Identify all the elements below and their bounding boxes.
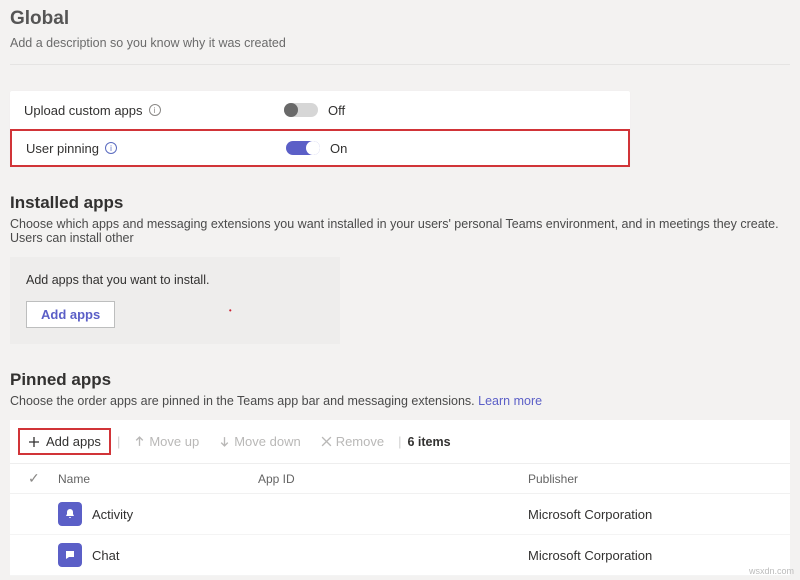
upload-toggle[interactable] bbox=[284, 103, 318, 117]
install-box-text: Add apps that you want to install. bbox=[26, 273, 324, 287]
info-icon[interactable]: i bbox=[149, 104, 161, 116]
close-icon bbox=[321, 436, 332, 447]
install-box: Add apps that you want to install. Add a… bbox=[10, 257, 340, 344]
app-name: Chat bbox=[92, 548, 119, 563]
learn-more-link[interactable]: Learn more bbox=[478, 394, 542, 408]
checkmark-icon[interactable]: ✓ bbox=[28, 470, 40, 486]
page-title: Global bbox=[10, 8, 790, 30]
pinned-apps-desc: Choose the order apps are pinned in the … bbox=[10, 394, 790, 408]
decorative-dot: • bbox=[229, 306, 232, 315]
col-publisher[interactable]: Publisher bbox=[528, 472, 782, 486]
bell-icon bbox=[58, 502, 82, 526]
item-count: 6 items bbox=[408, 435, 451, 449]
app-publisher: Microsoft Corporation bbox=[528, 548, 782, 563]
watermark: wsxdn.com bbox=[749, 566, 794, 576]
pinning-state: On bbox=[330, 141, 347, 156]
divider bbox=[10, 64, 790, 65]
move-down-button[interactable]: Move down bbox=[211, 430, 308, 453]
chat-icon bbox=[58, 543, 82, 567]
move-up-button[interactable]: Move up bbox=[126, 430, 207, 453]
info-icon[interactable]: i bbox=[105, 142, 117, 154]
app-name: Activity bbox=[92, 507, 133, 522]
add-apps-button[interactable]: Add apps bbox=[26, 301, 115, 328]
pinned-apps-title: Pinned apps bbox=[10, 370, 790, 390]
table-row[interactable]: Activity Microsoft Corporation bbox=[10, 494, 790, 535]
pinning-toggle[interactable] bbox=[286, 141, 320, 155]
installed-apps-title: Installed apps bbox=[10, 193, 790, 213]
upload-label: Upload custom apps bbox=[24, 103, 143, 118]
table-row[interactable]: Chat Microsoft Corporation bbox=[10, 535, 790, 576]
settings-panel: Upload custom apps i Off User pinning i … bbox=[10, 91, 630, 167]
arrow-down-icon bbox=[219, 436, 230, 447]
user-pinning-row: User pinning i On bbox=[10, 129, 630, 167]
app-publisher: Microsoft Corporation bbox=[528, 507, 782, 522]
pinned-panel: Add apps | Move up Move down Remove | 6 … bbox=[10, 420, 790, 576]
page-description: Add a description so you know why it was… bbox=[10, 36, 790, 50]
pinning-label: User pinning bbox=[26, 141, 99, 156]
arrow-up-icon bbox=[134, 436, 145, 447]
upload-custom-apps-row: Upload custom apps i Off bbox=[10, 91, 630, 129]
upload-state: Off bbox=[328, 103, 345, 118]
table-header: ✓ Name App ID Publisher bbox=[10, 464, 790, 494]
installed-apps-desc: Choose which apps and messaging extensio… bbox=[10, 217, 790, 245]
plus-icon bbox=[28, 436, 40, 448]
pinned-toolbar: Add apps | Move up Move down Remove | 6 … bbox=[10, 420, 790, 464]
remove-button[interactable]: Remove bbox=[313, 430, 392, 453]
add-apps-button[interactable]: Add apps bbox=[18, 428, 111, 455]
col-appid[interactable]: App ID bbox=[258, 472, 528, 486]
col-name[interactable]: Name bbox=[58, 472, 258, 486]
